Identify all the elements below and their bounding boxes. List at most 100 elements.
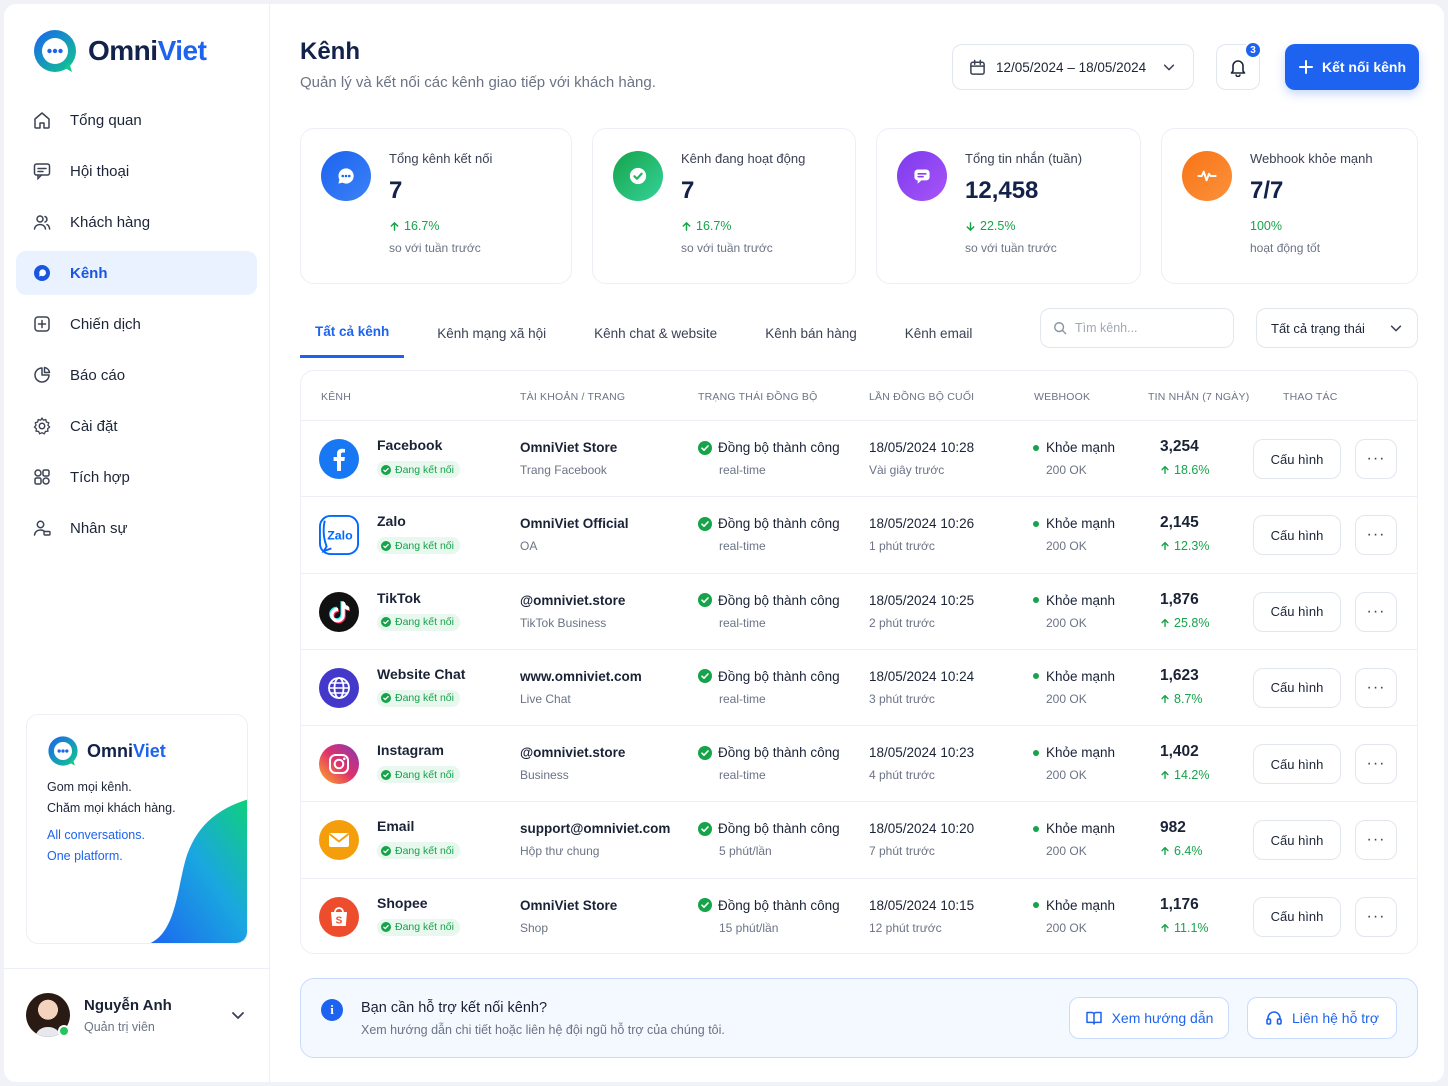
stat-card: Tổng tin nhắn (tuần) 12,458 22.5% so với… bbox=[876, 128, 1141, 284]
last-sync-ago: 3 phút trước bbox=[869, 691, 935, 706]
more-options-button[interactable]: ··· bbox=[1355, 667, 1397, 708]
sidebar-item-pie-chart[interactable]: Báo cáo bbox=[16, 353, 257, 397]
message-count: 1,176 bbox=[1160, 895, 1199, 913]
account-name: OmniViet Store bbox=[520, 440, 618, 455]
account-name: www.omniviet.com bbox=[520, 668, 642, 684]
last-sync-ago: 7 phút trước bbox=[869, 844, 935, 859]
configure-button[interactable]: Cấu hình bbox=[1253, 667, 1341, 708]
chevron-down-icon[interactable] bbox=[230, 1007, 246, 1023]
configure-button[interactable]: Cấu hình bbox=[1253, 591, 1341, 632]
more-options-button[interactable]: ··· bbox=[1355, 820, 1397, 861]
stat-value: 7 bbox=[681, 177, 695, 204]
configure-button[interactable]: Cấu hình bbox=[1253, 515, 1341, 556]
sidebar-item-campaign[interactable]: Chiến dịch bbox=[16, 302, 257, 346]
arrow-down-icon bbox=[966, 221, 975, 231]
more-options-button[interactable]: ··· bbox=[1355, 744, 1397, 785]
sync-status-text: Đồng bộ thành công bbox=[718, 897, 840, 913]
user-profile[interactable]: Nguyễn Anh Quản trị viên bbox=[4, 968, 269, 1082]
sync-status-text: Đồng bộ thành công bbox=[718, 516, 840, 532]
column-header: TIN NHẮN (7 NGÀY) bbox=[1148, 391, 1250, 403]
connection-status-badge: Đang kết nối bbox=[377, 461, 460, 478]
message-change-value: 14.2% bbox=[1174, 768, 1210, 783]
message-count: 1,402 bbox=[1160, 743, 1199, 761]
channel-search[interactable] bbox=[1040, 308, 1234, 348]
search-icon bbox=[1054, 322, 1067, 335]
chat-icon bbox=[33, 163, 51, 181]
sidebar-item-label: Báo cáo bbox=[70, 366, 126, 384]
message-change: 12.3% bbox=[1160, 539, 1209, 553]
tab-2[interactable]: Kênh chat & website bbox=[579, 308, 732, 358]
sidebar-item-channel[interactable]: Kênh bbox=[16, 251, 257, 295]
promo-tagline-en: All conversations. One platform. bbox=[47, 825, 145, 867]
last-sync-time: 18/05/2024 10:28 bbox=[869, 440, 975, 455]
promo-line-2: Chăm mọi khách hàng. bbox=[47, 801, 176, 815]
stat-change: 22.5% bbox=[965, 219, 1015, 233]
user-name: Nguyễn Anh bbox=[84, 997, 172, 1014]
configure-button[interactable]: Cấu hình bbox=[1253, 439, 1341, 479]
sync-status-text: Đồng bộ thành công bbox=[718, 745, 840, 761]
last-sync-ago: 4 phút trước bbox=[869, 768, 935, 783]
logo-icon bbox=[34, 30, 76, 72]
date-range-picker[interactable]: 12/05/2024 – 18/05/2024 bbox=[952, 44, 1194, 90]
tab-0[interactable]: Tất cả kênh bbox=[300, 308, 405, 358]
arrow-up-icon bbox=[682, 221, 691, 231]
help-title: Bạn cần hỗ trợ kết nối kênh? bbox=[361, 1000, 548, 1016]
stat-change: 16.7% bbox=[389, 219, 439, 233]
tab-4[interactable]: Kênh email bbox=[890, 308, 988, 358]
sidebar-item-chat[interactable]: Hội thoại bbox=[16, 149, 257, 193]
date-range-value: 12/05/2024 – 18/05/2024 bbox=[996, 59, 1147, 75]
account-type: Live Chat bbox=[520, 691, 571, 706]
home-icon bbox=[34, 112, 50, 129]
view-guide-button[interactable]: Xem hướng dẫn bbox=[1069, 997, 1229, 1039]
promo-brand-part-2: Viet bbox=[133, 740, 166, 761]
notifications-button[interactable]: 3 bbox=[1216, 41, 1262, 90]
tab-1[interactable]: Kênh mạng xã hội bbox=[422, 308, 561, 358]
webhook-status: Khỏe mạnh bbox=[1033, 745, 1115, 760]
table-row: TikTok Đang kết nối @omniviet.store TikT… bbox=[301, 574, 1417, 650]
configure-button[interactable]: Cấu hình bbox=[1253, 820, 1341, 861]
webhook-code: 200 OK bbox=[1046, 844, 1087, 859]
stat-change: 16.7% bbox=[681, 219, 731, 233]
webhook-status-dot bbox=[1033, 520, 1039, 527]
promo-line-3: All conversations. bbox=[47, 828, 145, 842]
connected-check-icon bbox=[381, 922, 391, 933]
stat-change-value: 22.5% bbox=[980, 219, 1016, 233]
sidebar-item-users[interactable]: Khách hàng bbox=[16, 200, 257, 244]
stat-change-value: 16.7% bbox=[696, 219, 732, 233]
sidebar-item-gear[interactable]: Cài đặt bbox=[16, 404, 257, 448]
stat-label: Tổng kênh kết nối bbox=[389, 151, 493, 166]
connection-status-text: Đang kết nối bbox=[395, 844, 454, 857]
stat-label: Kênh đang hoạt động bbox=[681, 151, 806, 166]
search-input[interactable] bbox=[1075, 321, 1215, 335]
more-options-button[interactable]: ··· bbox=[1355, 896, 1397, 937]
connect-channel-label: Kết nối kênh bbox=[1321, 59, 1406, 75]
more-options-button[interactable]: ··· bbox=[1355, 591, 1397, 632]
facebook-icon bbox=[319, 439, 359, 479]
webhook-code: 200 OK bbox=[1046, 539, 1087, 554]
column-header: WEBHOOK bbox=[1034, 391, 1091, 403]
more-options-button[interactable]: ··· bbox=[1355, 439, 1397, 479]
message-count: 1,876 bbox=[1160, 590, 1199, 608]
chat-bubble-icon bbox=[321, 151, 371, 201]
check-circle-icon bbox=[698, 745, 712, 760]
account-type: Business bbox=[520, 768, 569, 783]
sidebar-item-home[interactable]: Tổng quan bbox=[16, 98, 257, 142]
webhook-status: Khỏe mạnh bbox=[1033, 440, 1115, 455]
status-filter-select[interactable]: Tất cả trạng thái bbox=[1256, 308, 1418, 348]
contact-support-button[interactable]: Liên hệ hỗ trợ bbox=[1247, 997, 1397, 1039]
chevron-down-icon bbox=[1390, 325, 1402, 332]
channel-icon bbox=[34, 265, 50, 281]
channel-name: Shopee bbox=[377, 894, 428, 911]
connection-status-text: Đang kết nối bbox=[395, 768, 454, 781]
connect-channel-button[interactable]: Kết nối kênh bbox=[1285, 44, 1419, 90]
brand-logo[interactable]: OmniViet bbox=[32, 28, 207, 74]
webhook-code: 200 OK bbox=[1046, 615, 1087, 630]
configure-button[interactable]: Cấu hình bbox=[1253, 896, 1341, 937]
check-circle-icon bbox=[698, 593, 712, 608]
sidebar-item-staff[interactable]: Nhân sự bbox=[16, 506, 257, 550]
more-options-button[interactable]: ··· bbox=[1355, 515, 1397, 556]
stat-change-value: 16.7% bbox=[404, 219, 440, 233]
sidebar-item-integration[interactable]: Tích hợp bbox=[16, 455, 257, 499]
tab-3[interactable]: Kênh bán hàng bbox=[750, 308, 872, 358]
configure-button[interactable]: Cấu hình bbox=[1253, 744, 1341, 785]
